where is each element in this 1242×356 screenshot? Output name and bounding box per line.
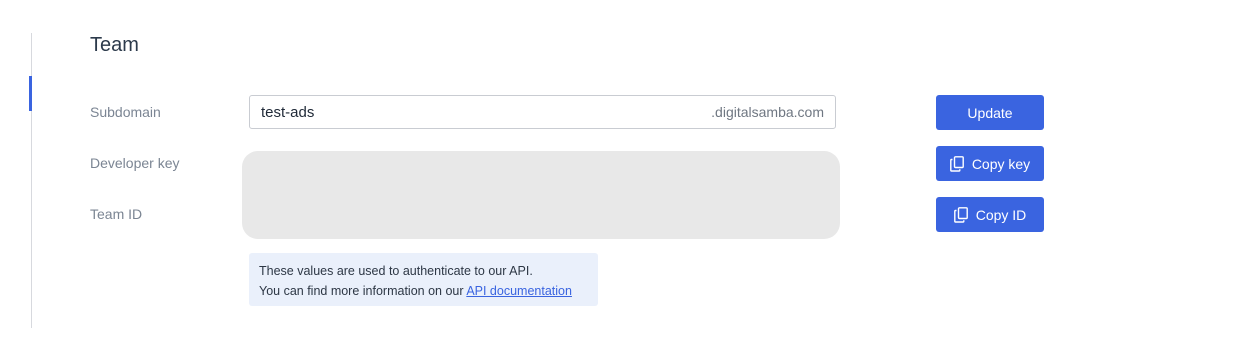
subdomain-label: Subdomain	[90, 104, 161, 120]
masked-credentials-area	[242, 151, 840, 239]
info-line-2: You can find more information on our API…	[259, 281, 588, 301]
copy-key-button-label: Copy key	[971, 155, 1031, 172]
team-id-label: Team ID	[90, 206, 143, 222]
update-button-label: Update	[967, 104, 1013, 121]
copy-icon	[953, 206, 968, 223]
copy-id-button[interactable]: Copy ID	[936, 197, 1044, 232]
update-button[interactable]: Update	[936, 95, 1044, 130]
api-info-box: These values are used to authenticate to…	[249, 253, 598, 306]
section-nav-active-indicator	[29, 76, 32, 111]
info-line-2-text: You can find more information on our	[259, 284, 467, 298]
copy-key-button[interactable]: Copy key	[936, 146, 1044, 181]
subdomain-suffix: .digitalsamba.com	[711, 104, 824, 120]
copy-icon	[949, 155, 964, 172]
team-settings-page: Team Subdomain test-ads .digitalsamba.co…	[0, 0, 1242, 356]
developer-key-label: Developer key	[90, 155, 180, 171]
copy-id-button-label: Copy ID	[975, 206, 1027, 223]
subdomain-input[interactable]: test-ads .digitalsamba.com	[249, 95, 836, 129]
subdomain-value[interactable]: test-ads	[261, 104, 314, 121]
section-title: Team	[90, 34, 139, 56]
info-line-1: These values are used to authenticate to…	[259, 264, 533, 278]
api-documentation-link[interactable]: API documentation	[466, 284, 572, 298]
